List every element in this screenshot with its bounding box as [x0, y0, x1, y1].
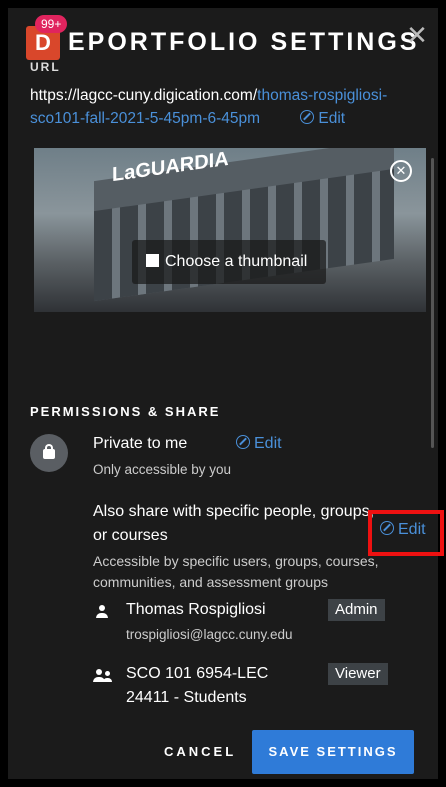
close-icon[interactable]: ✕	[405, 22, 429, 48]
member-group-detail: 24411 - Students	[126, 689, 247, 706]
member-name: SCO 101 6954-LEC	[126, 665, 269, 682]
url-base: https://lagcc-cuny.digication.com/	[30, 87, 258, 104]
notification-badge: 99+	[35, 15, 68, 33]
edit-icon	[300, 110, 315, 124]
privacy-description: Only accessible by you	[93, 462, 232, 477]
dialog-header: D 99+ EPORTFOLIO SETTINGS ✕	[8, 8, 438, 76]
cancel-button[interactable]: CANCEL	[164, 744, 236, 759]
member-role-badge[interactable]: Viewer	[328, 663, 388, 685]
edit-icon	[236, 435, 250, 449]
save-settings-button[interactable]: SAVE SETTINGS	[252, 730, 414, 774]
edit-url-button[interactable]: Edit	[300, 110, 345, 127]
choose-thumbnail-label: Choose a thumbnail	[165, 253, 308, 270]
sharing-label: Also share with specific people, groups,…	[93, 503, 375, 544]
eportfolio-settings-dialog: D 99+ EPORTFOLIO SETTINGS ✕ URL https://…	[8, 8, 444, 779]
eportfolio-url: https://lagcc-cuny.digication.com/thomas…	[30, 84, 430, 130]
privacy-label: Private to me	[93, 435, 188, 452]
url-label: URL	[30, 60, 61, 74]
scrollbar[interactable]	[431, 158, 434, 448]
choose-thumbnail-button[interactable]: Choose a thumbnail	[132, 240, 326, 284]
image-icon	[146, 254, 159, 267]
highlight-box	[368, 510, 444, 556]
dialog-footer: CANCEL SAVE SETTINGS	[8, 730, 438, 779]
edit-privacy-button[interactable]: Edit	[236, 435, 282, 453]
member-email: trospigliosi@lagcc.cuny.edu	[126, 627, 293, 642]
permissions-title: PERMISSIONS & SHARE	[30, 404, 221, 419]
sharing-description: Accessible by specific users, groups, co…	[93, 553, 379, 590]
member-name: Thomas Rospigliosi	[126, 601, 266, 618]
thumbnail-preview: LaGUARDIA ✕	[34, 148, 426, 312]
dialog-title: EPORTFOLIO SETTINGS	[68, 28, 420, 56]
remove-thumbnail-icon[interactable]: ✕	[390, 160, 412, 182]
member-role-badge[interactable]: Admin	[328, 599, 385, 621]
edit-url-label: Edit	[318, 110, 346, 127]
edit-privacy-label: Edit	[254, 435, 282, 452]
lock-icon	[30, 434, 68, 472]
